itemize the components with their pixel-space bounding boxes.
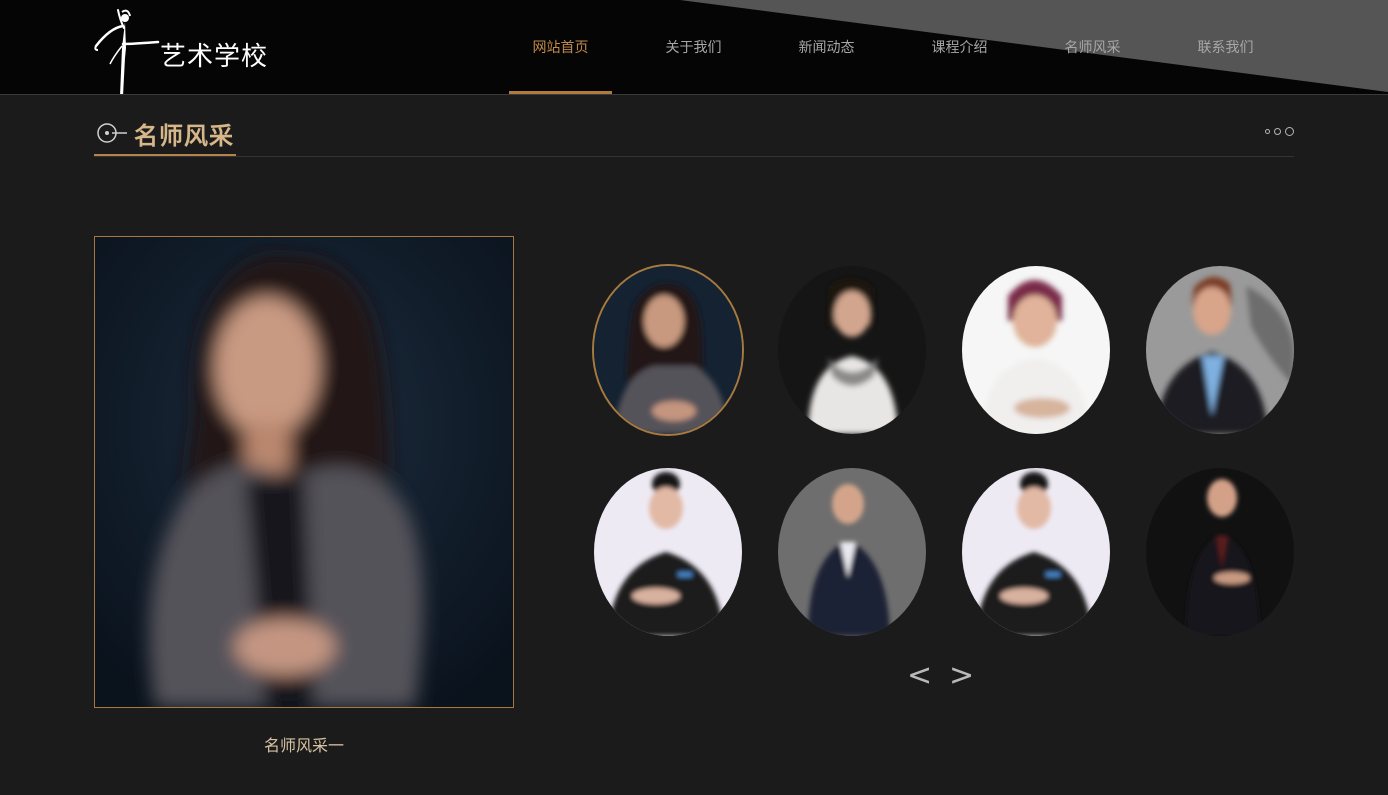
teacher-portrait-8: [1146, 468, 1294, 636]
teacher-thumb-6[interactable]: [778, 468, 926, 636]
nav-item-contact[interactable]: 联系我们: [1159, 0, 1292, 94]
dot-large-icon: [1285, 126, 1294, 136]
teacher-portrait-3: [962, 266, 1110, 434]
featured-portrait-image: [95, 237, 513, 707]
teacher-portrait-4: [1146, 266, 1294, 434]
teacher-portrait-2: [778, 266, 926, 434]
main-nav: 网站首页 关于我们 新闻动态 课程介绍 名师风采 联系我们: [494, 0, 1292, 94]
teacher-thumb-1[interactable]: [594, 266, 742, 434]
dot-medium-icon: [1274, 127, 1281, 135]
featured-teacher-photo: [94, 236, 514, 708]
nav-item-courses[interactable]: 课程介绍: [893, 0, 1026, 94]
disc-icon: [97, 123, 127, 143]
dot-small-icon: [1265, 128, 1270, 134]
section-title-wrap: 名师风采: [94, 112, 236, 156]
teacher-thumb-7[interactable]: [962, 468, 1110, 636]
teacher-thumb-3[interactable]: [962, 266, 1110, 434]
decorative-dots: [1261, 125, 1294, 137]
teacher-portrait-7: [962, 468, 1110, 636]
site-header: 艺术学校 网站首页 关于我们 新闻动态 课程介绍 名师风采 联系我们: [0, 0, 1388, 95]
teacher-thumb-5[interactable]: [594, 468, 742, 636]
teacher-thumb-2[interactable]: [778, 266, 926, 434]
nav-item-home[interactable]: 网站首页: [494, 0, 627, 94]
logo-text[interactable]: 艺术学校: [160, 36, 268, 73]
teacher-thumb-8[interactable]: [1146, 468, 1294, 636]
featured-caption: 名师风采一: [263, 736, 344, 755]
teacher-thumb-4[interactable]: [1146, 266, 1294, 434]
nav-item-about[interactable]: 关于我们: [627, 0, 760, 94]
next-arrow-button[interactable]: >: [949, 658, 974, 693]
nav-item-news[interactable]: 新闻动态: [760, 0, 893, 94]
teacher-portrait-6: [778, 468, 926, 636]
section-header: 名师风采: [94, 112, 1294, 157]
teacher-portrait-1: [594, 266, 742, 434]
nav-item-teachers[interactable]: 名师风采: [1026, 0, 1159, 94]
section-title: 名师风采: [134, 121, 234, 150]
teacher-portrait-5: [594, 468, 742, 636]
prev-arrow-button[interactable]: <: [907, 658, 932, 693]
